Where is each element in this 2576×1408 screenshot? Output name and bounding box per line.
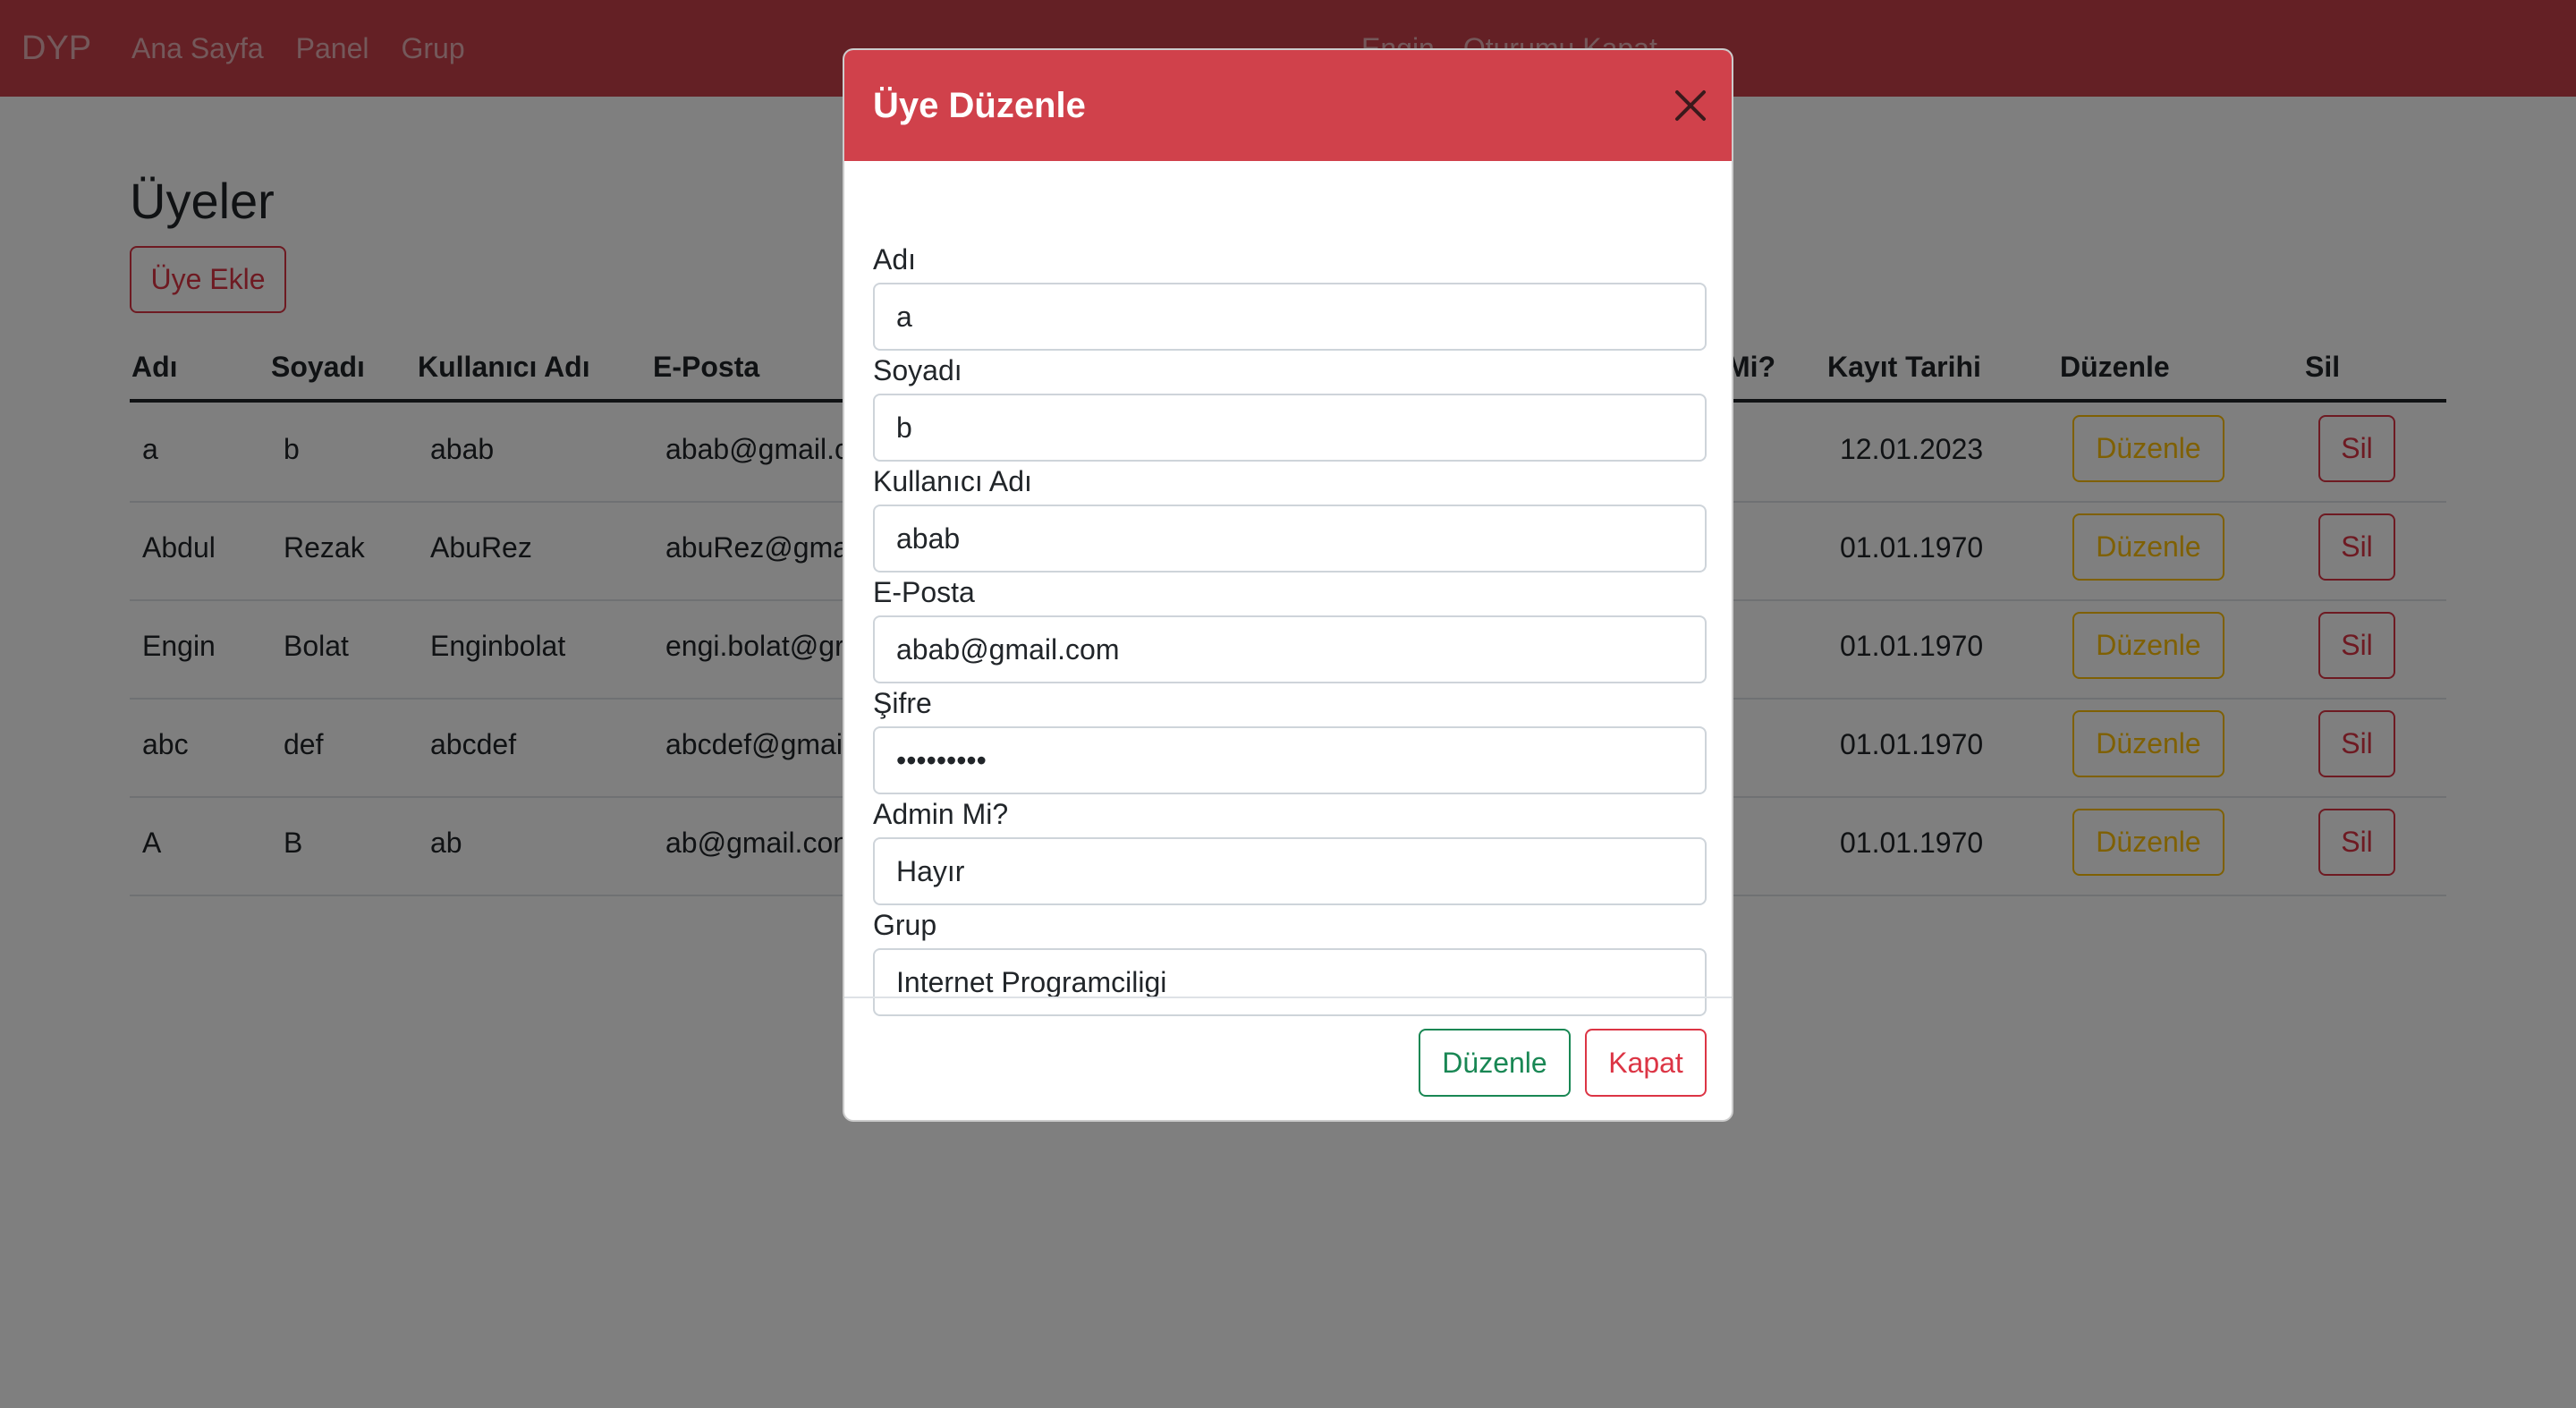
email-label: E-Posta <box>873 576 975 608</box>
last-name-input[interactable] <box>873 394 1707 462</box>
password-label: Şifre <box>873 687 932 719</box>
modal-header: Üye Düzenle <box>844 50 1732 161</box>
email-input[interactable] <box>873 615 1707 683</box>
save-button[interactable]: Düzenle <box>1419 1029 1571 1097</box>
admin-label: Admin Mi? <box>873 798 1009 830</box>
modal-title: Üye Düzenle <box>873 85 1086 125</box>
password-input[interactable] <box>873 726 1707 794</box>
group-label: Grup <box>873 909 937 941</box>
username-input[interactable] <box>873 505 1707 573</box>
edit-member-modal: Üye Düzenle Adı Soyadı Kullanıcı Adı E-P… <box>843 48 1733 1122</box>
last-name-label: Soyadı <box>873 354 962 386</box>
first-name-input[interactable] <box>873 283 1707 351</box>
close-button[interactable]: Kapat <box>1585 1029 1707 1097</box>
admin-input[interactable] <box>873 837 1707 905</box>
first-name-label: Adı <box>873 243 917 276</box>
modal-footer: Düzenle Kapat <box>844 997 1732 1120</box>
username-label: Kullanıcı Adı <box>873 465 1032 497</box>
close-icon[interactable] <box>1673 88 1708 123</box>
